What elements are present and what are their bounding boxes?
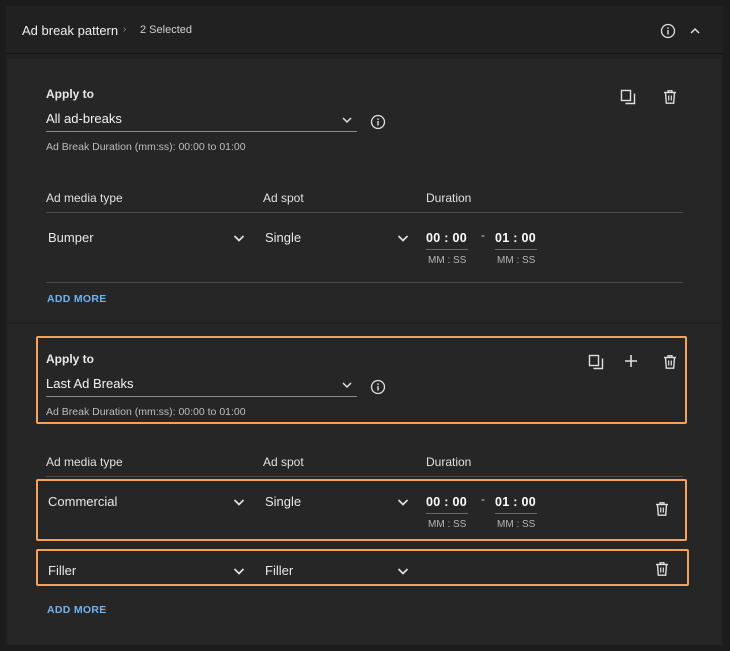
duration-start-unit: MM : SS [428, 255, 467, 266]
column-ad-spot: Ad spot [263, 191, 304, 205]
column-ad-media-type: Ad media type [46, 191, 123, 205]
range-dash: - [481, 492, 485, 506]
column-duration: Duration [426, 455, 472, 469]
apply-to-label: Apply to [46, 352, 94, 366]
info-icon[interactable] [660, 23, 676, 39]
ad-spot-value: Filler [265, 563, 294, 578]
chevron-down-icon [397, 568, 409, 575]
breadcrumb-separator: › [123, 24, 127, 35]
duration-start-input[interactable]: 00 : 00 [426, 231, 467, 245]
ad-break-pattern-panel: Ad break pattern › 2 Selected Apply to A… [6, 6, 723, 645]
chevron-down-icon [233, 235, 245, 242]
ad-spot-value: Single [265, 494, 302, 509]
ad-break-rule-2: Apply to Last Ad Breaks Ad Break Duratio… [8, 324, 721, 645]
panel-title: Ad break pattern [22, 23, 119, 38]
selected-count: 2 Selected [140, 24, 192, 36]
duration-hint: Ad Break Duration (mm:ss): 00:00 to 01:0… [46, 141, 246, 153]
info-icon[interactable] [370, 114, 386, 130]
ad-media-type-value: Filler [48, 563, 77, 578]
copy-icon[interactable] [588, 354, 604, 370]
add-more-link[interactable]: ADD MORE [47, 293, 107, 305]
column-ad-media-type: Ad media type [46, 455, 123, 469]
chevron-up-icon[interactable] [688, 24, 702, 38]
duration-start-input[interactable]: 00 : 00 [426, 495, 467, 509]
copy-icon[interactable] [620, 89, 636, 105]
apply-to-value: All ad-breaks [46, 111, 122, 126]
duration-end-input[interactable]: 01 : 00 [495, 495, 536, 509]
chevron-down-icon [342, 117, 352, 124]
add-more-link[interactable]: ADD MORE [47, 604, 107, 616]
trash-icon[interactable] [654, 501, 670, 517]
trash-icon[interactable] [654, 561, 670, 577]
ad-media-type-value: Bumper [48, 230, 94, 245]
chevron-down-icon [342, 382, 352, 389]
duration-end-input[interactable]: 01 : 00 [495, 231, 536, 245]
chevron-down-icon [397, 499, 409, 506]
ad-spot-value: Single [265, 230, 302, 245]
panel-header[interactable]: Ad break pattern › 2 Selected [6, 6, 723, 54]
chevron-down-icon [233, 568, 245, 575]
duration-end-unit: MM : SS [497, 255, 536, 266]
apply-to-label: Apply to [46, 87, 94, 101]
column-ad-spot: Ad spot [263, 455, 304, 469]
column-duration: Duration [426, 191, 472, 205]
duration-hint: Ad Break Duration (mm:ss): 00:00 to 01:0… [46, 406, 246, 418]
info-icon[interactable] [370, 379, 386, 395]
apply-to-value: Last Ad Breaks [46, 376, 134, 391]
duration-start-unit: MM : SS [428, 519, 467, 530]
ad-media-type-value: Commercial [48, 494, 118, 509]
plus-icon[interactable] [624, 354, 638, 368]
trash-icon[interactable] [662, 89, 678, 105]
chevron-down-icon [397, 235, 409, 242]
duration-end-unit: MM : SS [497, 519, 536, 530]
range-dash: - [481, 228, 485, 242]
trash-icon[interactable] [662, 354, 678, 370]
chevron-down-icon [233, 499, 245, 506]
ad-break-rule-1: Apply to All ad-breaks Ad Break Duration… [8, 59, 721, 322]
